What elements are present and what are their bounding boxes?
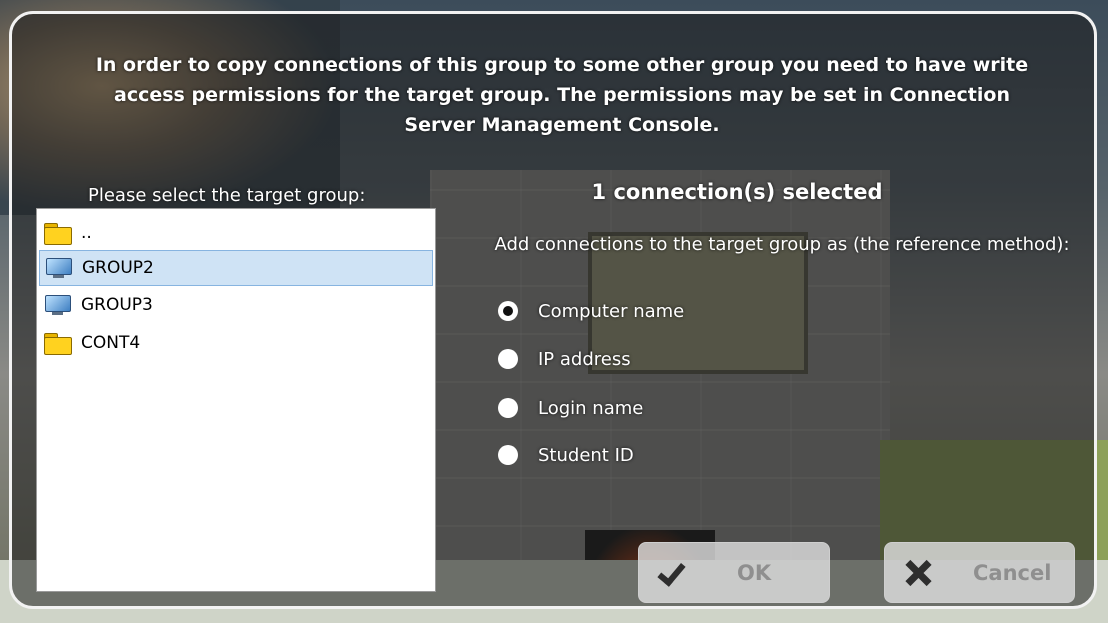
- radio-button[interactable]: [498, 349, 518, 369]
- cancel-button-label: Cancel: [973, 560, 1052, 585]
- radio-login-name[interactable]: Login name: [498, 394, 643, 422]
- tree-item-group2[interactable]: GROUP2: [39, 250, 433, 286]
- close-icon: [903, 558, 933, 588]
- tree-item-group3[interactable]: GROUP3: [39, 287, 433, 323]
- tree-item-label: ..: [81, 223, 92, 243]
- selected-connections-count: 1 connection(s) selected: [591, 180, 883, 204]
- reference-method-label: Add connections to the target group as (…: [494, 234, 1070, 255]
- check-icon: [657, 558, 687, 588]
- radio-button[interactable]: [498, 398, 518, 418]
- tree-item-label: GROUP2: [82, 258, 154, 278]
- radio-label: IP address: [538, 348, 631, 370]
- select-target-group-label: Please select the target group:: [88, 185, 366, 206]
- cancel-button[interactable]: Cancel: [884, 542, 1075, 603]
- radio-label: Student ID: [538, 444, 634, 466]
- tree-item-cont4[interactable]: CONT4: [39, 325, 433, 361]
- radio-button[interactable]: [498, 445, 518, 465]
- permission-message: In order to copy connections of this gro…: [95, 54, 1029, 136]
- target-group-tree[interactable]: .. GROUP2 GROUP3 CONT4: [36, 208, 436, 592]
- radio-label: Computer name: [538, 300, 685, 322]
- folder-icon: [43, 221, 73, 245]
- radio-student-id[interactable]: Student ID: [498, 441, 634, 469]
- tree-item-parent[interactable]: ..: [39, 215, 433, 251]
- ok-button-label: OK: [737, 560, 772, 585]
- tree-item-label: GROUP3: [81, 295, 153, 315]
- ok-button[interactable]: OK: [638, 542, 830, 603]
- monitor-icon: [44, 256, 74, 280]
- tree-item-label: CONT4: [81, 333, 141, 353]
- monitor-icon: [43, 293, 73, 317]
- folder-icon: [43, 331, 73, 355]
- radio-ip-address[interactable]: IP address: [498, 345, 631, 373]
- radio-computer-name[interactable]: Computer name: [498, 297, 684, 325]
- radio-label: Login name: [538, 397, 644, 419]
- radio-button[interactable]: [498, 301, 518, 321]
